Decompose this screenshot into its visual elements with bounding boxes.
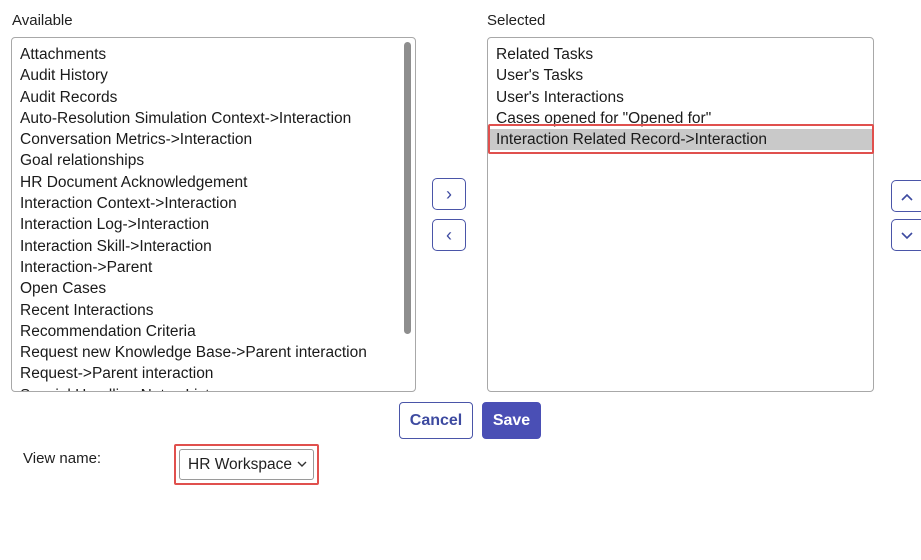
chevron-right-icon: › bbox=[446, 183, 452, 204]
selected-item-highlight bbox=[488, 124, 874, 154]
view-name-select[interactable]: HR Workspace bbox=[179, 449, 314, 480]
selected-label: Selected bbox=[487, 12, 546, 29]
available-item[interactable]: Special Handling Notes List bbox=[12, 385, 415, 391]
move-down-button[interactable] bbox=[891, 219, 921, 251]
chevron-left-icon: ‹ bbox=[446, 224, 452, 245]
available-item[interactable]: Open Cases bbox=[12, 278, 415, 299]
remove-from-selected-button[interactable]: ‹ bbox=[432, 219, 466, 251]
available-item[interactable]: Interaction->Parent bbox=[12, 257, 415, 278]
selected-item[interactable]: User's Tasks bbox=[488, 65, 873, 86]
view-name-label: View name: bbox=[23, 450, 102, 467]
available-item[interactable]: HR Document Acknowledgement bbox=[12, 172, 415, 193]
chevron-down-icon bbox=[900, 225, 914, 246]
available-item[interactable]: Recommendation Criteria bbox=[12, 321, 415, 342]
available-scrollbar[interactable] bbox=[404, 42, 411, 334]
available-item[interactable]: Interaction Skill->Interaction bbox=[12, 236, 415, 257]
chevron-down-icon bbox=[297, 457, 307, 471]
available-item[interactable]: Audit Records bbox=[12, 87, 415, 108]
available-item[interactable]: Audit History bbox=[12, 65, 415, 86]
available-label: Available bbox=[12, 12, 73, 29]
cancel-button[interactable]: Cancel bbox=[399, 402, 473, 439]
available-item[interactable]: Attachments bbox=[12, 44, 415, 65]
available-list: Attachments Audit History Audit Records Aut… bbox=[12, 38, 415, 391]
available-item[interactable]: Recent Interactions bbox=[12, 300, 415, 321]
available-item[interactable]: Request->Parent interaction bbox=[12, 363, 415, 384]
available-item[interactable]: Auto-Resolution Simulation Context->Inte… bbox=[12, 108, 415, 129]
available-item[interactable]: Conversation Metrics->Interaction bbox=[12, 129, 415, 150]
add-to-selected-button[interactable]: › bbox=[432, 178, 466, 210]
view-name-value: HR Workspace bbox=[188, 455, 292, 473]
chevron-up-icon bbox=[900, 186, 914, 207]
available-item[interactable]: Interaction Log->Interaction bbox=[12, 214, 415, 235]
selected-item[interactable]: User's Interactions bbox=[488, 87, 873, 108]
move-up-button[interactable] bbox=[891, 180, 921, 212]
available-listbox[interactable]: Attachments Audit History Audit Records Aut… bbox=[11, 37, 416, 392]
available-item[interactable]: Interaction Context->Interaction bbox=[12, 193, 415, 214]
save-button[interactable]: Save bbox=[482, 402, 541, 439]
selected-item[interactable]: Related Tasks bbox=[488, 44, 873, 65]
selected-listbox[interactable]: Related Tasks User's Tasks User's Interact… bbox=[487, 37, 874, 392]
available-item[interactable]: Goal relationships bbox=[12, 150, 415, 171]
available-item[interactable]: Request new Knowledge Base->Parent inter… bbox=[12, 342, 415, 363]
